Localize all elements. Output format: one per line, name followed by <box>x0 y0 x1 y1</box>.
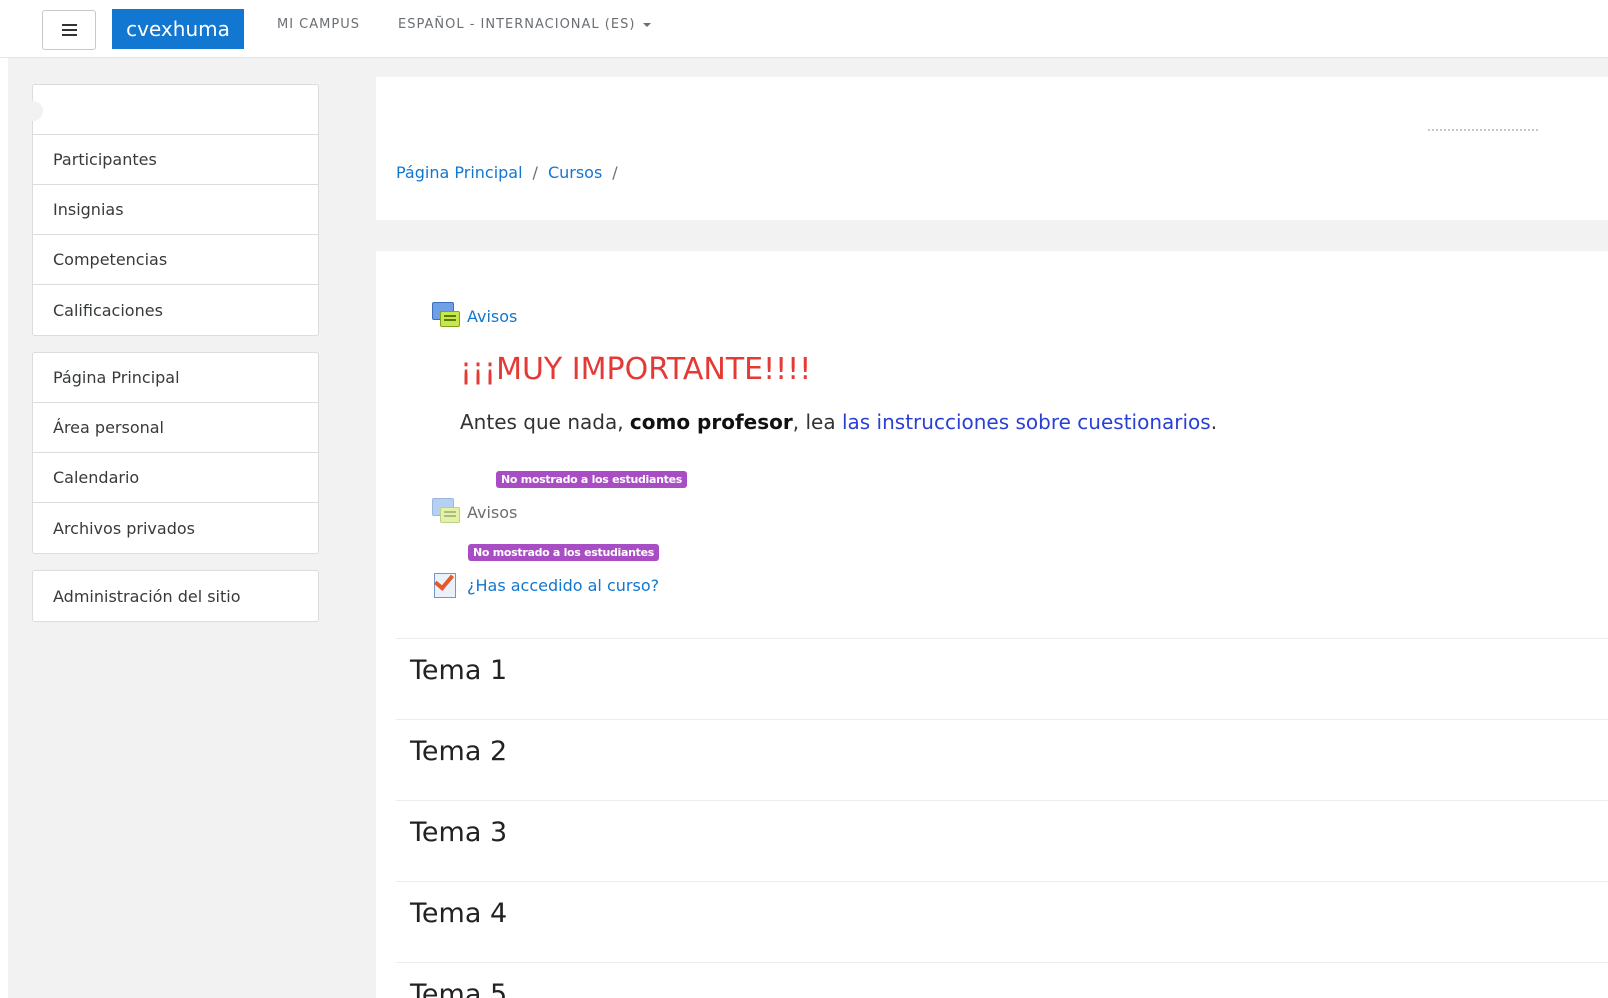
breadcrumb-home-link[interactable]: Página Principal <box>396 163 523 182</box>
course-section: Tema 4 <box>396 881 1608 961</box>
forum-icon <box>432 498 460 526</box>
sidebar-item-competencias[interactable]: Competencias <box>33 235 318 285</box>
intro-bold: como profesor <box>629 410 793 434</box>
course-section: Tema 1 <box>396 638 1608 718</box>
sidebar-item-pagina-principal[interactable]: Página Principal <box>33 353 318 403</box>
quiz-instructions-link[interactable]: las instrucciones sobre cuestionarios <box>842 410 1211 434</box>
activity-feedback[interactable]: ¿Has accedido al curso? <box>432 570 659 599</box>
sidebar-item-archivos-privados[interactable]: Archivos privados <box>33 503 318 553</box>
section-title[interactable]: Tema 4 <box>410 898 507 929</box>
section-title[interactable]: Tema 1 <box>410 655 507 686</box>
activity-feedback-link[interactable]: ¿Has accedido al curso? <box>467 576 659 595</box>
sidebar-item-calendario[interactable]: Calendario <box>33 453 318 503</box>
caret-down-icon <box>643 22 652 27</box>
top-navbar: cvexhuma MI CAMPUS ESPAÑOL - INTERNACION… <box>0 0 1608 58</box>
nav-link-mi-campus[interactable]: MI CAMPUS <box>277 17 360 32</box>
important-heading: ¡¡¡MUY IMPORTANTE!!!! <box>460 352 812 387</box>
sidebar-item-area-personal[interactable]: Área personal <box>33 403 318 453</box>
course-nav-header <box>23 85 318 135</box>
sidebar-item-insignias[interactable]: Insignias <box>33 185 318 235</box>
course-section: Tema 5 <box>396 962 1608 998</box>
admin-nav-block: Administración del sitio <box>32 570 319 622</box>
drawer-toggle-button[interactable] <box>42 10 96 50</box>
activity-avisos[interactable]: Avisos <box>432 302 517 330</box>
header-decoration <box>1428 129 1538 131</box>
activity-avisos-hidden[interactable]: Avisos <box>432 498 517 526</box>
course-section: Tema 2 <box>396 719 1608 799</box>
hidden-from-students-badge: No mostrado a los estudiantes <box>468 544 660 561</box>
course-nav-block: Participantes Insignias Competencias Cal… <box>23 84 319 336</box>
hamburger-icon <box>61 24 77 36</box>
breadcrumb: Página Principal / Cursos / <box>396 163 628 182</box>
intro-text: Antes que nada, como profesor, lea las i… <box>460 410 1217 434</box>
intro-before: Antes que nada, <box>460 410 630 434</box>
sidebar-item-calificaciones[interactable]: Calificaciones <box>33 285 318 335</box>
language-menu-label: ESPAÑOL - INTERNACIONAL (ES) <box>398 17 636 32</box>
activity-avisos-link[interactable]: Avisos <box>467 307 517 326</box>
breadcrumb-cursos-link[interactable]: Cursos <box>548 163 602 182</box>
breadcrumb-separator: / <box>532 163 538 182</box>
section-title[interactable]: Tema 3 <box>410 817 507 848</box>
forum-icon <box>432 302 460 330</box>
course-section: Tema 3 <box>396 800 1608 880</box>
sidebar-item-administracion[interactable]: Administración del sitio <box>33 571 318 621</box>
feedback-check-icon <box>432 570 460 599</box>
hidden-from-students-badge: No mostrado a los estudiantes <box>496 471 688 488</box>
section-title[interactable]: Tema 2 <box>410 736 507 767</box>
activity-avisos-hidden-link[interactable]: Avisos <box>467 503 517 522</box>
language-menu[interactable]: ESPAÑOL - INTERNACIONAL (ES) <box>398 17 652 32</box>
circle-icon <box>23 101 43 121</box>
sidebar-item-participantes[interactable]: Participantes <box>33 135 318 185</box>
section-title[interactable]: Tema 5 <box>410 979 507 998</box>
breadcrumb-separator: / <box>612 163 618 182</box>
intro-middle: , lea <box>792 410 842 434</box>
site-nav-block: Página Principal Área personal Calendari… <box>32 352 319 554</box>
site-brand[interactable]: cvexhuma <box>112 9 244 49</box>
page-header: Página Principal / Cursos / <box>376 77 1608 220</box>
intro-after: . <box>1210 410 1218 434</box>
